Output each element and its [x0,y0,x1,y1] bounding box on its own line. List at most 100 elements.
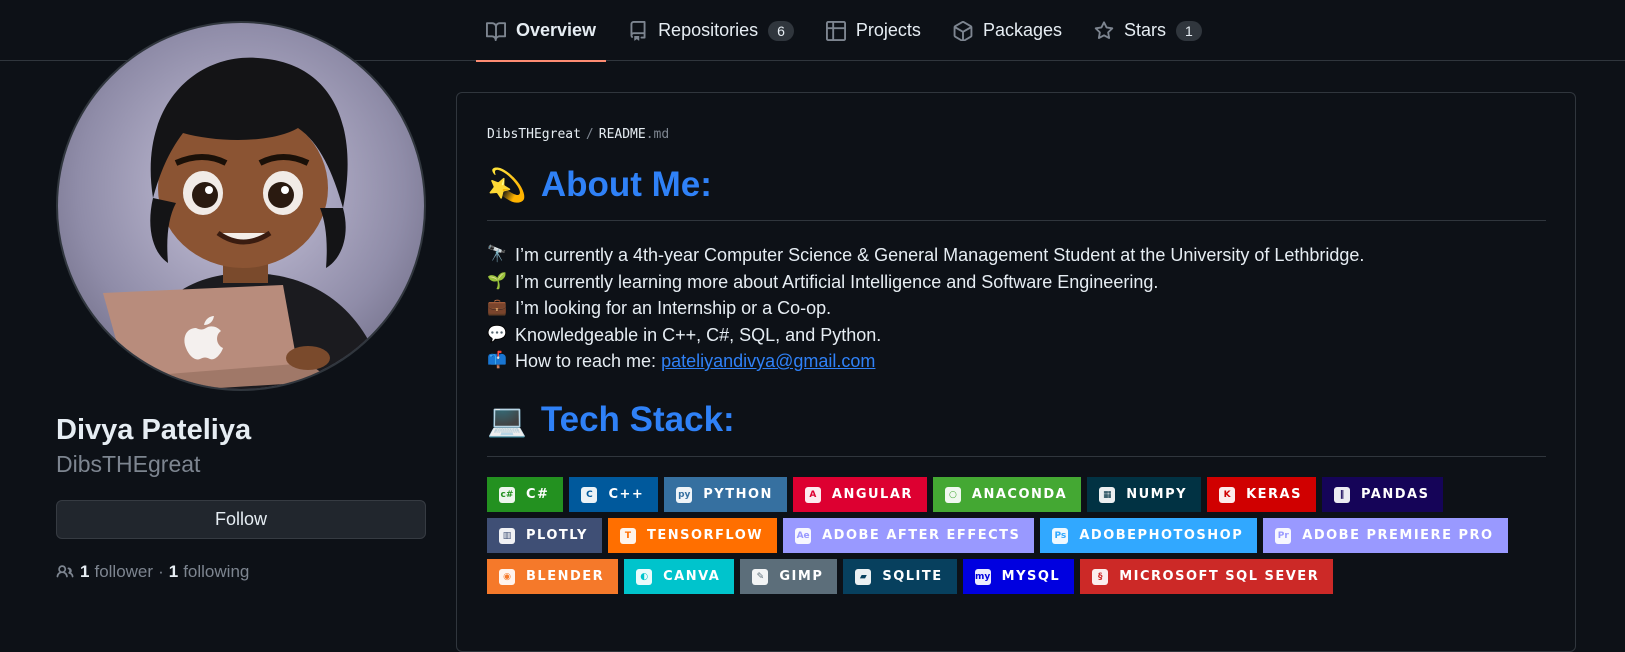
about-line: 💼 I’m looking for an Internship or a Co-… [487,295,1364,322]
tab-stars[interactable]: Stars 1 [1084,0,1212,61]
badge-logo-icon: ▦ [1099,486,1116,503]
tech-badge-microsoft-sql-sever[interactable]: § MICROSOFT SQL SEVER [1080,559,1334,594]
book-icon [486,21,506,41]
badge-logo-icon: ◉ [499,568,515,585]
tech-badge-mysql[interactable]: my MYSQL [962,559,1075,594]
followers-label: follower [94,562,154,581]
briefcase-icon: 💼 [487,299,507,316]
badge-logo-icon: ‖ [1333,486,1350,503]
avatar[interactable] [56,21,426,391]
people-icon [56,565,74,578]
tech-badge-adobe-premiere-pro[interactable]: Pr ADOBE PREMIERE PRO [1263,518,1508,553]
tab-projects-label: Projects [855,20,921,40]
tab-overview-label: Overview [516,20,597,40]
follow-stats: 1 follower · 1 following [56,562,249,582]
tech-badge-gimp[interactable]: ✎ GIMP [740,559,838,594]
profile-login: DibsTHEgreat [56,451,201,477]
tech-badge-canva[interactable]: ◐ CANVA [624,559,735,594]
followers-count: 1 [80,562,90,581]
badge-label: C# [526,487,550,502]
badge-label: ADOBE PREMIERE PRO [1302,528,1494,543]
badge-label: CANVA [663,569,721,584]
badge-label: PLOTLY [526,528,588,543]
badge-logo-icon: ◐ [636,568,653,585]
badge-label: ADOBEPHOTOSHOP [1079,528,1244,543]
badge-logo-icon: C [581,486,598,503]
readme-file-link[interactable]: README.md [599,127,669,142]
tech-badge-python[interactable]: py PYTHON [664,477,787,512]
laptop-icon: 💻 [487,402,527,438]
speech-bubble-icon: 💬 [487,325,507,343]
followers-link[interactable]: 1 follower [80,562,153,582]
badge-logo-icon: Ae [795,527,812,544]
about-line-text: Knowledgeable in C++, C#, SQL, and Pytho… [515,324,882,345]
breadcrumb-separator: / [585,127,594,142]
about-heading-text: About Me: [540,165,712,204]
project-table-icon [825,20,846,41]
about-divider [487,220,1546,221]
tab-repositories[interactable]: Repositories 6 [618,0,804,61]
tech-badge-blender[interactable]: ◉ BLENDER [487,559,619,594]
tech-stack-heading: 💻 Tech Stack: [487,400,735,440]
badge-label: C++ [608,487,645,502]
tech-badge-keras[interactable]: K KERAS [1207,477,1316,512]
tech-badge-angular[interactable]: A ANGULAR [792,477,927,512]
readme-file-name: README [598,127,646,142]
tech-badge-tensorflow[interactable]: T TENSORFLOW [607,518,778,553]
following-link[interactable]: 1 following [169,562,250,582]
badge-label: SQLITE [882,569,943,584]
tab-stars-label: Stars [1124,20,1167,40]
about-list: 🔭 I’m currently a 4th-year Computer Scie… [487,242,1364,375]
package-icon [953,20,973,41]
repositories-count-badge: 6 [768,20,794,41]
badge-label: TENSORFLOW [646,528,764,543]
tech-badge-anaconda[interactable]: ○ ANACONDA [932,477,1082,512]
tab-projects[interactable]: Projects [816,0,931,61]
tech-badge-c[interactable]: C C++ [569,477,659,512]
following-count: 1 [168,562,179,581]
tab-packages[interactable]: Packages [943,0,1072,61]
about-line-text: I’m currently a 4th-year Computer Scienc… [515,245,1365,265]
readme-owner-link[interactable]: DibsTHEgreat [487,127,581,142]
follow-button[interactable]: Follow [56,500,426,539]
tech-badge-plotly[interactable]: ▥ PLOTLY [487,518,602,553]
tech-badge-adobephotoshop[interactable]: Ps ADOBEPHOTOSHOP [1040,518,1258,553]
badge-label: BLENDER [526,569,605,584]
badge-label: MYSQL [1001,569,1061,584]
readme-box: DibsTHEgreat / README.md 💫 About Me: 🔭 I’m… [456,92,1576,652]
tech-badge-adobe-after-effects[interactable]: Ae ADOBE AFTER EFFECTS [783,518,1035,553]
badge-logo-icon: py [676,486,693,503]
about-line: 🌱 I’m currently learning more about Arti… [487,269,1364,296]
tech-badge-pandas[interactable]: ‖ PANDAS [1321,477,1444,512]
follow-separator: · [158,562,164,581]
badge-logo-icon: my [974,568,991,585]
repo-icon [630,20,646,41]
badge-logo-icon: ▰ [855,568,872,585]
dizzy-icon: 💫 [487,167,527,203]
tech-badge-sqlite[interactable]: ▰ SQLITE [843,559,957,594]
badge-logo-icon: A [804,486,821,503]
badge-row: ▥ PLOTLY T TENSORFLOW Ae ADOBE AFTER EFFECTS P… [487,518,1557,553]
badge-logo-icon: § [1092,568,1109,585]
mailbox-icon: 📫 [487,352,507,369]
email-link[interactable]: pateliyandivya@gmail.com [661,348,875,375]
tab-overview[interactable]: Overview [476,0,607,62]
tech-badge-numpy[interactable]: ▦ NUMPY [1087,477,1202,512]
about-line: 📫 How to reach me: pateliyandivya@gmail.… [487,348,1364,375]
badge-label: ANGULAR [831,487,913,502]
badge-row: ◉ BLENDER ◐ CANVA ✎ GIMP ▰ SQLITE my MYSQL § MICROS… [487,559,1557,594]
badge-label: KERAS [1246,487,1302,502]
badge-logo-icon: T [619,527,636,544]
tab-repositories-label: Repositories [658,20,759,40]
badge-label: PYTHON [703,487,773,502]
about-line: 💬 Knowledgeable in C++, C#, SQL, and Pyt… [487,322,1364,349]
about-heading: 💫 About Me: [487,165,712,205]
badge-logo-icon: Pr [1275,527,1292,544]
tech-badge-c[interactable]: c# C# [487,477,564,512]
tech-stack-heading-text: Tech Stack: [540,400,735,439]
following-label: following [183,562,250,581]
telescope-icon: 🔭 [487,246,507,263]
seedling-icon: 🌱 [487,272,507,290]
tab-packages-label: Packages [982,20,1062,40]
profile-tabs: Overview Repositories 6 Projects Package… [476,0,1224,62]
